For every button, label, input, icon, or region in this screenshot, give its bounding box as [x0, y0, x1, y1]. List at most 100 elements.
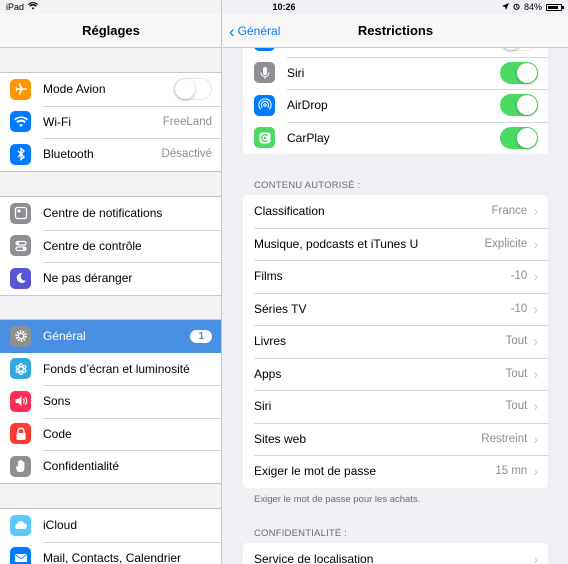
back-button[interactable]: ‹ Général	[229, 14, 280, 48]
sidebar-item-control-center[interactable]: Centre de contrôle	[0, 229, 221, 263]
bluetooth-label: Bluetooth	[43, 147, 94, 162]
chevron-right-icon: ›	[533, 463, 538, 480]
passcode-label: Code	[43, 426, 72, 441]
privacy-label: Confidentialité	[43, 459, 120, 474]
wifi-icon	[10, 111, 31, 133]
speaker-icon	[10, 390, 31, 412]
list-item-apps[interactable]: Apps Tout ›	[243, 357, 548, 391]
films-label: Films	[254, 269, 283, 284]
general-label: Général	[43, 329, 86, 344]
status-bar: iPad 10:26 84%	[0, 0, 568, 14]
list-item-music[interactable]: Musique, podcasts et iTunes U Explicite …	[243, 227, 548, 261]
battery-icon	[546, 3, 564, 11]
list-item-classification[interactable]: Classification France ›	[243, 195, 548, 228]
classification-label: Classification	[254, 204, 325, 219]
list-item-tv-shows[interactable]: Séries TV -10 ›	[243, 292, 548, 326]
books-label: Livres	[254, 334, 287, 349]
sidebar-item-general[interactable]: Général 1	[0, 320, 221, 353]
mail-icon	[10, 547, 31, 564]
siri-label: Siri	[287, 65, 305, 80]
notifications-label: Centre de notifications	[43, 206, 163, 221]
page-title: Restrictions	[357, 23, 434, 38]
sidebar-item-mail[interactable]: Mail, Contacts, Calendrier	[0, 541, 221, 564]
moon-icon	[10, 267, 31, 289]
control-center-icon	[10, 235, 31, 257]
airplane-mode-toggle[interactable]	[174, 78, 212, 101]
settings-sidebar: Réglages Mode Avion Wi-Fi FreeLand Bluet…	[0, 0, 222, 564]
siri-toggle[interactable]	[500, 61, 538, 84]
chevron-right-icon: ›	[533, 398, 538, 415]
wifi-value: FreeLand	[162, 115, 212, 128]
battery-percent: 84%	[523, 2, 542, 12]
list-item-books[interactable]: Livres Tout ›	[243, 325, 548, 358]
airdrop-toggle[interactable]	[500, 94, 538, 117]
microphone-icon	[254, 62, 275, 84]
sidebar-item-wifi[interactable]: Wi-Fi FreeLand	[0, 105, 221, 139]
mail-label: Mail, Contacts, Calendrier	[43, 550, 182, 564]
carplay-toggle[interactable]	[500, 126, 538, 149]
list-item-siri[interactable]: Siri	[243, 56, 548, 90]
control-center-label: Centre de contrôle	[43, 238, 142, 253]
location-services-label: Service de localisation	[254, 552, 374, 564]
bluetooth-value: Désactivé	[161, 148, 213, 161]
carplay-icon	[254, 127, 275, 149]
list-item-airdrop[interactable]: AirDrop	[243, 89, 548, 122]
sidebar-item-wallpaper[interactable]: Fonds d’écran et luminosité	[0, 353, 221, 386]
chevron-left-icon: ‹	[229, 21, 235, 41]
require-password-label: Exiger le mot de passe	[254, 464, 377, 479]
sidebar-group-accounts: iCloud Mail, Contacts, Calendrier	[0, 508, 221, 564]
wallpaper-icon	[10, 358, 31, 380]
status-left: iPad	[6, 2, 39, 12]
airplane-mode-label: Mode Avion	[43, 82, 106, 97]
airdrop-label: AirDrop	[287, 98, 328, 113]
sidebar-item-do-not-disturb[interactable]: Ne pas déranger	[0, 262, 221, 295]
sidebar-item-sounds[interactable]: Sons	[0, 385, 221, 418]
alarm-icon	[513, 2, 520, 12]
websites-label: Sites web	[254, 431, 307, 446]
airplane-icon	[10, 78, 31, 100]
privacy-card: Service de localisation ›	[243, 543, 548, 564]
list-item-location-services[interactable]: Service de localisation ›	[243, 543, 548, 564]
tv-shows-value: -10	[510, 302, 528, 315]
list-item-carplay[interactable]: CarPlay	[243, 121, 548, 155]
privacy-section-header: CONFIDENTIALITÉ :	[254, 528, 348, 539]
status-right: 84%	[501, 2, 564, 12]
apps-value: Tout	[505, 367, 528, 380]
chevron-right-icon: ›	[533, 268, 538, 285]
list-item-films[interactable]: Films -10 ›	[243, 260, 548, 293]
wifi-label: Wi-Fi	[43, 114, 71, 129]
chevron-right-icon: ›	[533, 551, 538, 564]
nav-bar: ‹ Général Restrictions	[223, 14, 568, 48]
hand-icon	[10, 455, 31, 477]
siri-content-value: Tout	[505, 400, 528, 413]
lock-icon	[10, 423, 31, 445]
do-not-disturb-label: Ne pas déranger	[43, 271, 133, 286]
sidebar-title: Réglages	[0, 14, 221, 48]
cloud-icon	[10, 514, 31, 536]
sidebar-item-airplane-mode[interactable]: Mode Avion	[0, 73, 221, 106]
sidebar-item-icloud[interactable]: iCloud	[0, 509, 221, 542]
apps-label: Apps	[254, 366, 282, 381]
siri-content-label: Siri	[254, 399, 272, 414]
list-item-websites[interactable]: Sites web Restreint ›	[243, 422, 548, 456]
wallpaper-label: Fonds d’écran et luminosité	[43, 361, 190, 376]
websites-value: Restreint	[481, 432, 528, 445]
content-section-footer: Exiger le mot de passe pour les achats.	[254, 494, 421, 505]
chevron-right-icon: ›	[533, 203, 538, 220]
sidebar-item-bluetooth[interactable]: Bluetooth Désactivé	[0, 138, 221, 171]
wifi-signal-icon	[28, 2, 39, 12]
chevron-right-icon: ›	[533, 300, 538, 317]
status-time: 10:26	[272, 2, 296, 12]
general-badge: 1	[190, 329, 212, 343]
sidebar-item-passcode[interactable]: Code	[0, 417, 221, 451]
list-item-siri-content[interactable]: Siri Tout ›	[243, 390, 548, 423]
notifications-icon	[10, 202, 31, 224]
sidebar-item-notifications[interactable]: Centre de notifications	[0, 197, 221, 230]
allowed-content-card: Classification France › Musique, podcast…	[243, 195, 548, 488]
classification-value: France	[491, 205, 528, 218]
back-button-label: Général	[237, 24, 281, 38]
require-password-value: 15 mn	[495, 465, 528, 478]
list-item-require-password[interactable]: Exiger le mot de passe 15 mn ›	[243, 455, 548, 488]
sidebar-item-privacy[interactable]: Confidentialité	[0, 450, 221, 483]
music-label: Musique, podcasts et iTunes U	[254, 236, 419, 251]
